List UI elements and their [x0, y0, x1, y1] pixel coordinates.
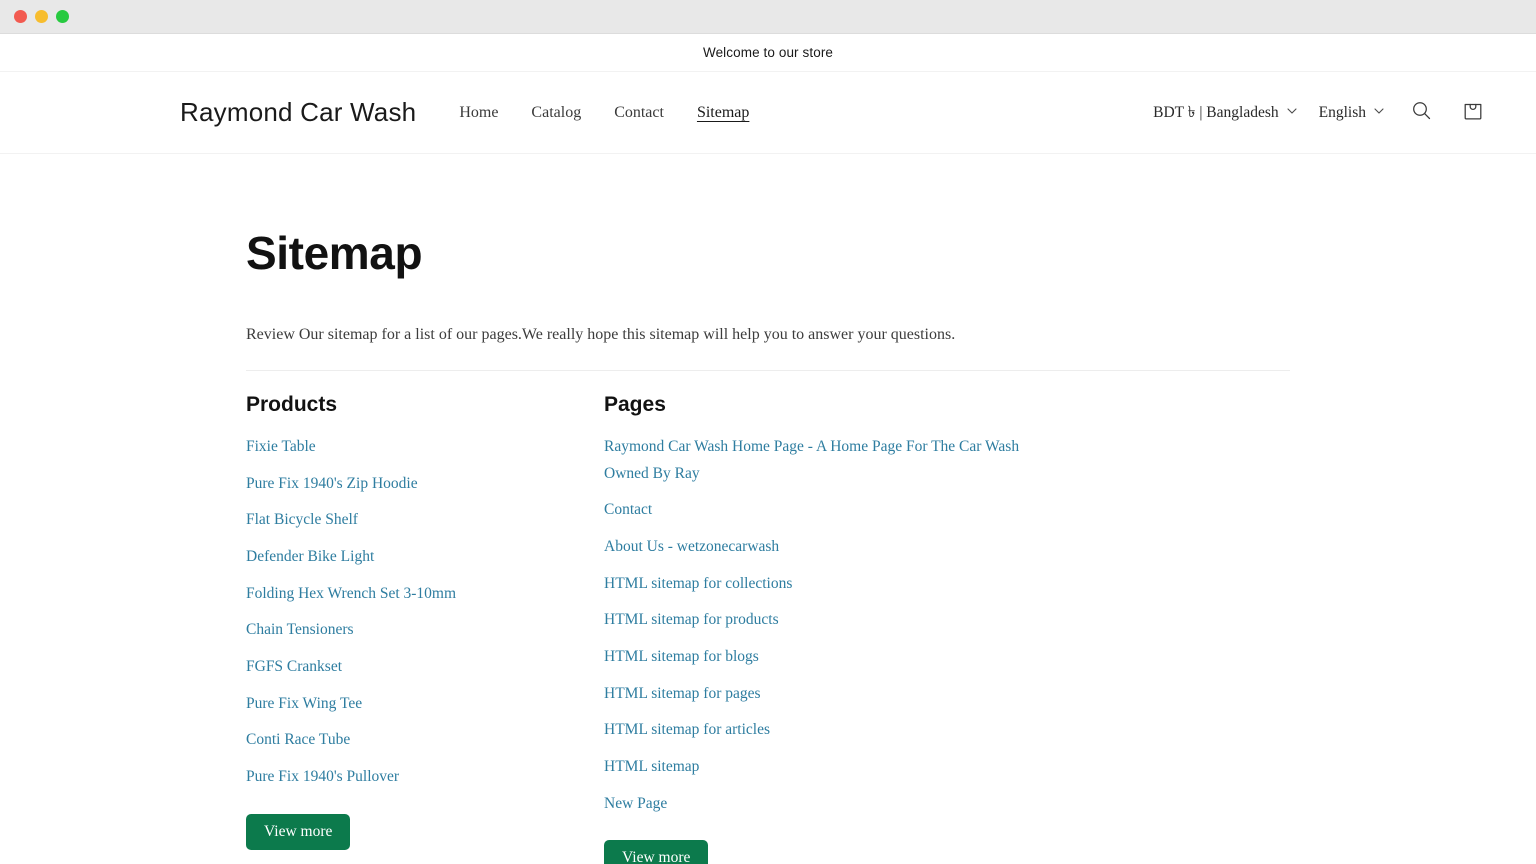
- page-link[interactable]: HTML sitemap for articles: [604, 712, 770, 749]
- page-link[interactable]: Raymond Car Wash Home Page - A Home Page…: [604, 429, 1024, 492]
- list-item: About Us - wetzonecarwash: [604, 529, 1024, 566]
- page-link[interactable]: HTML sitemap: [604, 749, 699, 786]
- product-link[interactable]: Pure Fix Wing Tee: [246, 686, 362, 723]
- page-link[interactable]: HTML sitemap for blogs: [604, 639, 759, 676]
- list-item: Pure Fix Wing Tee: [246, 686, 604, 723]
- page-title: Sitemap: [246, 227, 423, 279]
- list-item: HTML sitemap for collections: [604, 566, 1024, 603]
- list-item: Chain Tensioners: [246, 612, 604, 649]
- cart-button[interactable]: [1458, 98, 1488, 128]
- list-item: HTML sitemap: [604, 749, 1024, 786]
- main-navigation: Home Catalog Contact Sitemap: [459, 104, 749, 122]
- product-link[interactable]: Folding Hex Wrench Set 3-10mm: [246, 576, 456, 613]
- product-link[interactable]: Defender Bike Light: [246, 539, 374, 576]
- product-link[interactable]: Fixie Table: [246, 429, 316, 466]
- list-item: Raymond Car Wash Home Page - A Home Page…: [604, 429, 1024, 492]
- page-intro-text: Review Our sitemap for a list of our pag…: [246, 326, 956, 343]
- list-item: Pure Fix 1940's Pullover: [246, 759, 604, 796]
- currency-selector-label: BDT ৳ | Bangladesh: [1153, 103, 1279, 121]
- product-link[interactable]: Chain Tensioners: [246, 612, 354, 649]
- product-link[interactable]: Flat Bicycle Shelf: [246, 502, 358, 539]
- announcement-bar: Welcome to our store: [0, 34, 1536, 72]
- page-link[interactable]: About Us - wetzonecarwash: [604, 529, 779, 566]
- product-link[interactable]: Conti Race Tube: [246, 722, 350, 759]
- maximize-window-button[interactable]: [56, 10, 69, 23]
- language-selector[interactable]: English: [1319, 104, 1384, 122]
- page-link-list: Raymond Car Wash Home Page - A Home Page…: [604, 429, 1024, 822]
- sitemap-columns: Products Fixie Table Pure Fix 1940's Zip…: [246, 393, 1290, 864]
- view-more-products-button[interactable]: View more: [246, 813, 351, 851]
- close-window-button[interactable]: [14, 10, 27, 23]
- list-item: HTML sitemap for pages: [604, 676, 1024, 713]
- currency-selector[interactable]: BDT ৳ | Bangladesh: [1153, 100, 1297, 126]
- window-controls: [14, 10, 69, 23]
- search-icon: [1411, 100, 1432, 126]
- language-selector-label: English: [1318, 103, 1366, 121]
- site-header: Raymond Car Wash Home Catalog Contact Si…: [0, 72, 1536, 154]
- list-item: HTML sitemap for products: [604, 602, 1024, 639]
- header-actions: BDT ৳ | Bangladesh English: [1153, 98, 1488, 128]
- page-link[interactable]: New Page: [604, 786, 667, 823]
- list-item: HTML sitemap for articles: [604, 712, 1024, 749]
- product-link[interactable]: FGFS Crankset: [246, 649, 342, 686]
- main-content: Sitemap Review Our sitemap for a list of…: [0, 226, 1536, 864]
- sitemap-column-pages: Pages Raymond Car Wash Home Page - A Hom…: [604, 393, 1024, 864]
- column-heading-pages: Pages: [604, 393, 666, 416]
- list-item: New Page: [604, 786, 1024, 823]
- product-link[interactable]: Pure Fix 1940's Pullover: [246, 759, 399, 796]
- page-link[interactable]: HTML sitemap for products: [604, 602, 779, 639]
- list-item: Contact: [604, 492, 1024, 529]
- chevron-down-icon: [1287, 106, 1297, 116]
- browser-chrome: [0, 0, 1536, 34]
- list-item: Defender Bike Light: [246, 539, 604, 576]
- list-item: Folding Hex Wrench Set 3-10mm: [246, 576, 604, 613]
- nav-item-contact[interactable]: Contact: [614, 104, 664, 122]
- view-more-pages-button[interactable]: View more: [604, 840, 709, 864]
- announcement-text: Welcome to our store: [702, 45, 834, 60]
- list-item: Conti Race Tube: [246, 722, 604, 759]
- page-link[interactable]: HTML sitemap for pages: [604, 676, 761, 713]
- list-item: Flat Bicycle Shelf: [246, 502, 604, 539]
- list-item: FGFS Crankset: [246, 649, 604, 686]
- list-item: Fixie Table: [246, 429, 604, 466]
- sitemap-column-products: Products Fixie Table Pure Fix 1940's Zip…: [246, 393, 604, 864]
- product-link[interactable]: Pure Fix 1940's Zip Hoodie: [246, 466, 418, 503]
- list-item: Pure Fix 1940's Zip Hoodie: [246, 466, 604, 503]
- search-button[interactable]: [1406, 98, 1436, 128]
- page-link[interactable]: Contact: [604, 492, 652, 529]
- column-heading-products: Products: [246, 393, 338, 416]
- minimize-window-button[interactable]: [35, 10, 48, 23]
- nav-item-sitemap[interactable]: Sitemap: [697, 104, 749, 122]
- shopping-bag-icon: [1462, 99, 1484, 127]
- nav-item-catalog[interactable]: Catalog: [531, 104, 581, 122]
- product-link-list: Fixie Table Pure Fix 1940's Zip Hoodie F…: [246, 429, 604, 796]
- section-divider: [246, 370, 1290, 371]
- chevron-down-icon: [1374, 106, 1384, 116]
- list-item: HTML sitemap for blogs: [604, 639, 1024, 676]
- site-logo[interactable]: Raymond Car Wash: [180, 97, 416, 128]
- nav-item-home[interactable]: Home: [459, 104, 498, 122]
- page-link[interactable]: HTML sitemap for collections: [604, 566, 792, 603]
